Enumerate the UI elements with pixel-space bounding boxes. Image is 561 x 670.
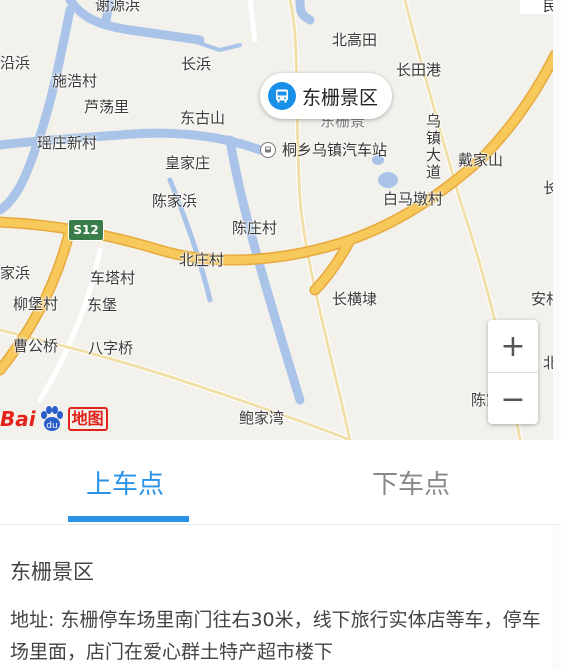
place-label: 长田港 <box>396 61 442 79</box>
bus-station-marker[interactable]: 桐乡乌镇汽车站 <box>260 139 387 160</box>
place-label: 长浜 <box>181 55 212 73</box>
stop-name: 东栅景区 <box>10 560 94 584</box>
place-label: 东堡 <box>87 296 118 314</box>
zoom-out-button[interactable]: − <box>488 373 538 425</box>
paw-icon: du <box>40 406 63 431</box>
bus-icon <box>268 82 296 110</box>
zoom-in-button[interactable]: + <box>488 320 538 373</box>
place-label: 北庄村 <box>179 251 225 269</box>
logo-text: Bai <box>0 407 36 431</box>
tab-pickup[interactable]: 上车点 <box>40 440 210 524</box>
poi-marker[interactable]: 东栅景区 <box>260 73 393 119</box>
map-view[interactable]: 谢源浜 北高田 长浜 长田港 沿浜 施浩村 芦荡里 东古山 东栅景 瑶庄新村 皇… <box>0 0 561 440</box>
road-label: 乌镇大道 <box>424 113 442 181</box>
pickup-dropoff-tabs: 上车点 下车点 <box>0 440 561 525</box>
place-label: 曹公桥 <box>13 337 59 355</box>
place-label: 车塔村 <box>90 269 136 287</box>
stop-address: 地址: 东栅停车场里南门往右30米，线下旅行实体店等车，停车场里面，店门在爱心群… <box>10 609 541 663</box>
place-label: 北高田 <box>332 31 378 49</box>
zoom-control: + − <box>488 320 538 424</box>
poi-label: 东栅景区 <box>302 86 379 109</box>
place-label: 皇家庄 <box>165 154 211 172</box>
place-label: 柳堡村 <box>13 295 59 313</box>
place-label: 施浩村 <box>52 72 98 90</box>
place-label: 家浜 <box>0 264 31 282</box>
scroll-edge <box>553 0 561 670</box>
place-label: 白马墩村 <box>383 190 444 208</box>
active-tab-indicator <box>68 516 189 522</box>
place-label: 瑶庄新村 <box>37 134 98 152</box>
tab-dropoff[interactable]: 下车点 <box>326 440 496 524</box>
station-label: 桐乡乌镇汽车站 <box>282 141 388 159</box>
place-label: 芦荡里 <box>84 98 130 116</box>
place-label: 陈庄村 <box>232 219 278 237</box>
highway-shield: S12 <box>68 219 104 241</box>
place-label: 八字桥 <box>88 339 134 357</box>
bus-station-icon <box>260 141 276 158</box>
baidu-map-logo: Bai du 地图 <box>0 402 108 436</box>
place-label: 陈家浜 <box>152 192 198 210</box>
place-label: 沿浜 <box>0 54 31 72</box>
place-label: 戴家山 <box>458 151 504 169</box>
place-label: 鲍家湾 <box>239 409 285 427</box>
stop-detail: 东栅景区 地址: 东栅停车场里南门往右30米，线下旅行实体店等车，停车场里面，店… <box>10 556 550 668</box>
place-label: 长横埭 <box>332 290 378 308</box>
logo-map-text: 地图 <box>67 407 108 431</box>
place-label: 谢源浜 <box>95 0 141 14</box>
place-label: 东古山 <box>180 109 226 127</box>
svg-text:du: du <box>46 421 57 431</box>
